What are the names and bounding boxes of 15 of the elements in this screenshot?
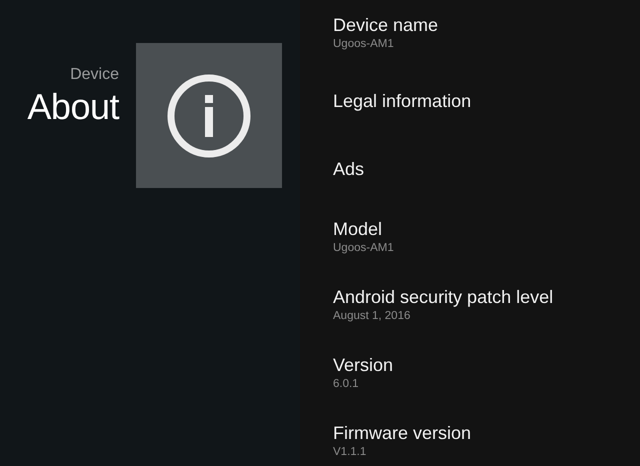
item-value: August 1, 2016 (333, 308, 412, 324)
item-title: Ads (333, 158, 366, 180)
item-title: Android security patch level (333, 286, 554, 308)
info-icon (136, 43, 282, 188)
item-value: V1.1.1 (333, 444, 368, 460)
item-title: Firmware version (333, 422, 472, 444)
item-title: Device name (333, 14, 440, 36)
item-title: Legal information (333, 90, 472, 112)
item-value: 6.0.1 (333, 376, 360, 392)
item-title: Version (333, 354, 394, 376)
category-label: Device (70, 65, 119, 85)
item-value: Ugoos-AM1 (333, 240, 395, 256)
item-value: Ugoos-AM1 (333, 36, 395, 52)
page-title: About (27, 85, 119, 129)
item-title: Model (333, 218, 384, 240)
